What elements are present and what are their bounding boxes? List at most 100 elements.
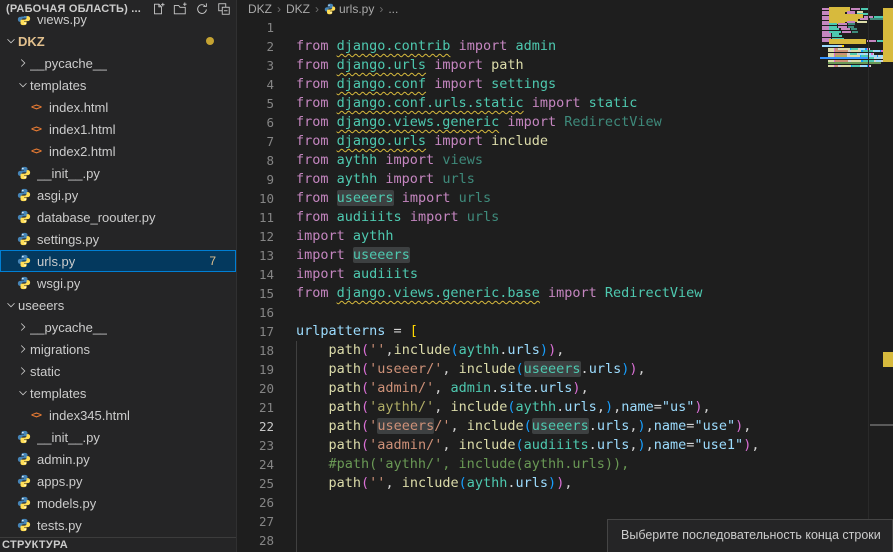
code-line[interactable]: 21 path('aythh/', include(aythh.urls,),n…: [238, 398, 823, 417]
chevron-down-icon[interactable]: [4, 33, 18, 49]
line-number[interactable]: 19: [238, 360, 274, 379]
line-number[interactable]: 9: [238, 170, 274, 189]
line-number[interactable]: 5: [238, 94, 274, 113]
tree-folder-__pycache__[interactable]: __pycache__: [0, 52, 236, 74]
line-number[interactable]: 10: [238, 189, 274, 208]
code-line[interactable]: 2from django.contrib import admin: [238, 37, 823, 56]
line-number[interactable]: 8: [238, 151, 274, 170]
code-line[interactable]: 17urlpatterns = [: [238, 322, 823, 341]
tree-folder-static[interactable]: static: [0, 360, 236, 382]
refresh-icon[interactable]: [195, 2, 209, 16]
code-line[interactable]: 10from useeers import urls: [238, 189, 823, 208]
line-number[interactable]: 27: [238, 512, 274, 531]
code-line[interactable]: 4from django.conf import settings: [238, 75, 823, 94]
tree-folder-migrations[interactable]: migrations: [0, 338, 236, 360]
code-line[interactable]: 23 path('aadmin/', include(audiiits.urls…: [238, 436, 823, 455]
tree-file-index1-html[interactable]: <>index1.html: [0, 118, 236, 140]
tree-file-index2-html[interactable]: <>index2.html: [0, 140, 236, 162]
chevron-right-icon[interactable]: [16, 341, 30, 357]
code-line[interactable]: 20 path('admin/', admin.site.urls),: [238, 379, 823, 398]
tree-folder-useeers[interactable]: useeers: [0, 294, 236, 316]
code-line[interactable]: 3from django.urls import path: [238, 56, 823, 75]
outline-section-header[interactable]: СТРУКТУРА: [0, 537, 236, 552]
line-number[interactable]: 23: [238, 436, 274, 455]
tree-file-__init__-py[interactable]: __init__.py: [0, 426, 236, 448]
tree-file-index-html[interactable]: <>index.html: [0, 96, 236, 118]
line-number[interactable]: 26: [238, 493, 274, 512]
line-number[interactable]: 21: [238, 398, 274, 417]
code-area[interactable]: 12from django.contrib import admin3from …: [238, 18, 823, 550]
line-number[interactable]: 24: [238, 455, 274, 474]
line-number[interactable]: 20: [238, 379, 274, 398]
line-number[interactable]: 2: [238, 37, 274, 56]
breadcrumb-item[interactable]: DKZ: [248, 2, 272, 16]
tree-file-database_roouter-py[interactable]: database_roouter.py: [0, 206, 236, 228]
code-line[interactable]: 8from aythh import views: [238, 151, 823, 170]
code-line[interactable]: 19 path('useeer/', include(useeers.urls)…: [238, 360, 823, 379]
tree-file-wsgi-py[interactable]: wsgi.py: [0, 272, 236, 294]
line-number[interactable]: 17: [238, 322, 274, 341]
code-line[interactable]: 5from django.conf.urls.static import sta…: [238, 94, 823, 113]
code-editor-pane: DKZ›DKZ›urls.py›... 12from django.contri…: [238, 0, 893, 552]
code-line[interactable]: 24 #path('aythh/', include(aythh.urls)),: [238, 455, 823, 474]
chevron-right-icon[interactable]: [16, 363, 30, 379]
line-number[interactable]: 18: [238, 341, 274, 360]
tree-file-__init__-py[interactable]: __init__.py: [0, 162, 236, 184]
code-line[interactable]: 11from audiiits import urls: [238, 208, 823, 227]
line-number[interactable]: 25: [238, 474, 274, 493]
breadcrumb-item[interactable]: ...: [388, 2, 398, 16]
tree-file-index345-html[interactable]: <>index345.html: [0, 404, 236, 426]
explorer-section-header[interactable]: (РАБОЧАЯ ОБЛАСТЬ) ...: [0, 0, 236, 16]
tree-file-apps-py[interactable]: apps.py: [0, 470, 236, 492]
tree-file-settings-py[interactable]: settings.py: [0, 228, 236, 250]
code-line[interactable]: 9from aythh import urls: [238, 170, 823, 189]
line-number[interactable]: 28: [238, 531, 274, 550]
minimap[interactable]: [820, 2, 868, 102]
tree-folder-templates[interactable]: templates: [0, 382, 236, 404]
code-line[interactable]: 12import aythh: [238, 227, 823, 246]
line-number[interactable]: 11: [238, 208, 274, 227]
code-line[interactable]: 25 path('', include(aythh.urls)),: [238, 474, 823, 493]
code-line[interactable]: 14import audiiits: [238, 265, 823, 284]
code-line[interactable]: 22 path('useeers/', include(useeers.urls…: [238, 417, 823, 436]
code-line[interactable]: 6from django.views.generic import Redire…: [238, 113, 823, 132]
line-number[interactable]: 22: [238, 417, 274, 436]
tree-file-admin-py[interactable]: admin.py: [0, 448, 236, 470]
breadcrumb-item[interactable]: urls.py: [324, 2, 374, 16]
tree-item-label: wsgi.py: [37, 276, 80, 291]
line-number[interactable]: 12: [238, 227, 274, 246]
tree-folder-dkz[interactable]: DKZ: [0, 30, 236, 52]
chevron-right-icon[interactable]: [16, 319, 30, 335]
tree-file-asgi-py[interactable]: asgi.py: [0, 184, 236, 206]
code-line[interactable]: 13import useeers: [238, 246, 823, 265]
line-number[interactable]: 14: [238, 265, 274, 284]
new-folder-icon[interactable]: [173, 2, 187, 16]
chevron-right-icon[interactable]: [16, 55, 30, 71]
chevron-down-icon[interactable]: [16, 77, 30, 93]
tree-folder-__pycache__[interactable]: __pycache__: [0, 316, 236, 338]
code-line[interactable]: 16: [238, 303, 823, 322]
code-line[interactable]: 7from django.urls import include: [238, 132, 823, 151]
tree-file-tests-py[interactable]: tests.py: [0, 514, 236, 536]
line-number[interactable]: 16: [238, 303, 274, 322]
breadcrumb-item[interactable]: DKZ: [286, 2, 310, 16]
code-line[interactable]: 18 path('',include(aythh.urls)),: [238, 341, 823, 360]
line-number[interactable]: 13: [238, 246, 274, 265]
line-number[interactable]: 15: [238, 284, 274, 303]
tree-folder-templates[interactable]: templates: [0, 74, 236, 96]
line-number[interactable]: 3: [238, 56, 274, 75]
chevron-down-icon[interactable]: [16, 385, 30, 401]
tree-file-urls-py[interactable]: urls.py7: [0, 250, 236, 272]
line-number[interactable]: 7: [238, 132, 274, 151]
code-line[interactable]: 26: [238, 493, 823, 512]
line-content: path('aadmin/', include(audiiits.urls,),…: [296, 436, 759, 455]
line-number[interactable]: 1: [238, 18, 274, 37]
code-line[interactable]: 15from django.views.generic.base import …: [238, 284, 823, 303]
collapse-all-icon[interactable]: [217, 2, 231, 16]
new-file-icon[interactable]: [151, 2, 165, 16]
code-line[interactable]: 1: [238, 18, 823, 37]
tree-file-models-py[interactable]: models.py: [0, 492, 236, 514]
line-number[interactable]: 4: [238, 75, 274, 94]
chevron-down-icon[interactable]: [4, 297, 18, 313]
line-number[interactable]: 6: [238, 113, 274, 132]
